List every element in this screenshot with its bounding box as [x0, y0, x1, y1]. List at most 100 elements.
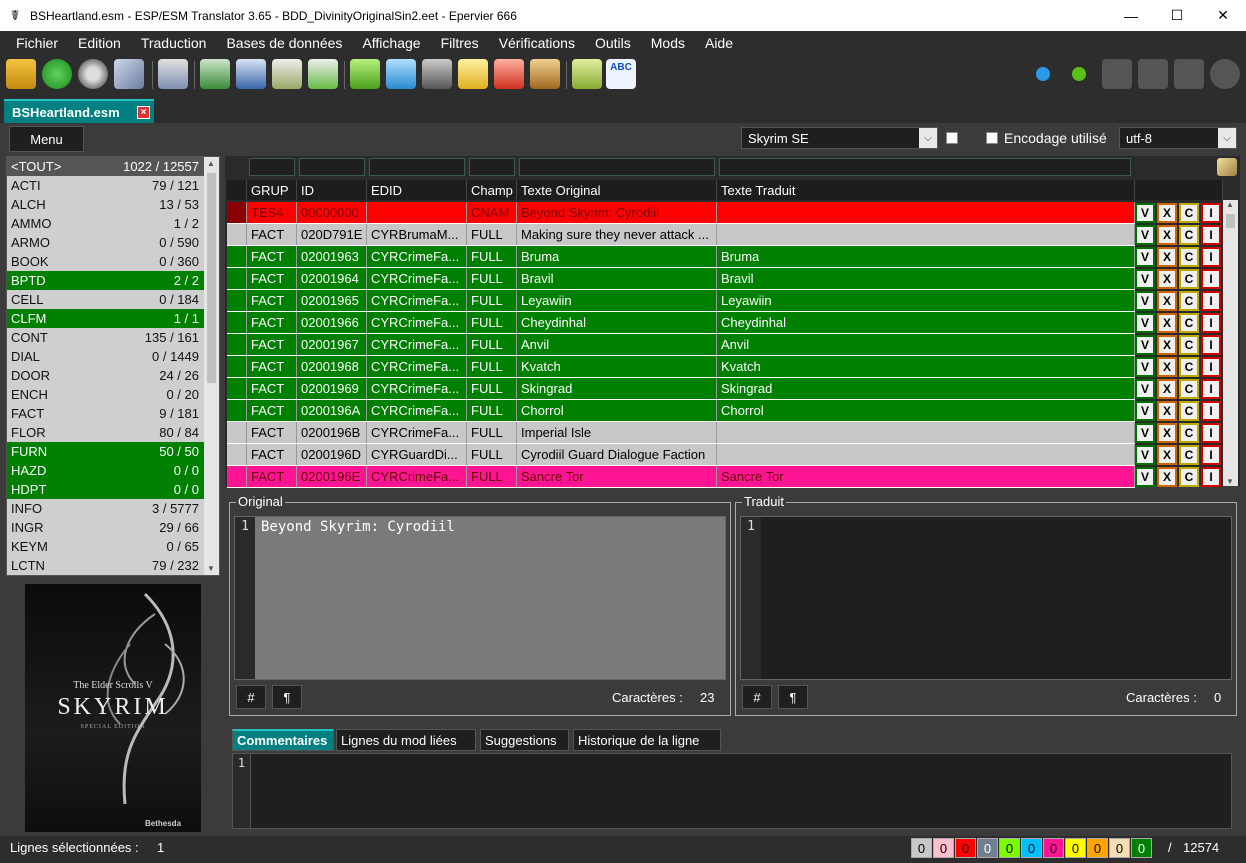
copy-button[interactable]: C [1179, 247, 1199, 267]
menu-button[interactable]: Menu [9, 126, 84, 152]
copy-button[interactable]: C [1179, 269, 1199, 289]
db-blue-icon[interactable] [386, 59, 416, 89]
compare-icon[interactable] [1102, 59, 1132, 89]
validate-button[interactable]: V [1135, 247, 1155, 267]
header-id[interactable]: ID [297, 180, 367, 200]
menu-edition[interactable]: Edition [68, 35, 131, 51]
filter-grup-input[interactable] [249, 158, 295, 176]
reject-button[interactable]: X [1157, 445, 1177, 465]
reject-button[interactable]: X [1157, 379, 1177, 399]
menu-verifications[interactable]: Vérifications [489, 35, 585, 51]
list-item[interactable]: HDPT 0 / 0 [7, 480, 205, 499]
list-item[interactable]: KEYM 0 / 65 [7, 537, 205, 556]
copy-button[interactable]: C [1179, 467, 1199, 487]
ignore-button[interactable]: I [1201, 313, 1221, 333]
gear-icon[interactable] [78, 59, 108, 89]
play-icon[interactable] [1210, 59, 1240, 89]
ignore-button[interactable]: I [1201, 423, 1221, 443]
header-edid[interactable]: EDID [367, 180, 467, 200]
list-item[interactable]: ENCH 0 / 20 [7, 385, 205, 404]
ignore-button[interactable]: I [1201, 445, 1221, 465]
ignore-button[interactable]: I [1201, 379, 1221, 399]
list-item[interactable]: ACTI 79 / 121 [7, 176, 205, 195]
comment-editor[interactable]: 1 [232, 753, 1232, 829]
menu-bases-de-donnees[interactable]: Bases de données [216, 35, 352, 51]
validate-button[interactable]: V [1135, 357, 1155, 377]
filter-translated-input[interactable] [719, 158, 1131, 176]
db-brown-icon[interactable] [530, 59, 560, 89]
maximize-button[interactable]: ☐ [1154, 0, 1200, 31]
menu-mods[interactable]: Mods [641, 35, 695, 51]
table-row[interactable]: FACT 02001967 CYRCrimeFa... FULL Anvil Anvil [227, 334, 1135, 356]
copy-button[interactable]: C [1179, 291, 1199, 311]
menu-aide[interactable]: Aide [695, 35, 743, 51]
ignore-button[interactable]: I [1201, 401, 1221, 421]
table-row[interactable]: FACT 02001963 CYRCrimeFa... FULL Bruma Bruma [227, 246, 1135, 268]
original-editor[interactable]: 1 Beyond Skyrim: Cyrodiil [234, 516, 726, 680]
reject-button[interactable]: X [1157, 247, 1177, 267]
ignore-button[interactable]: I [1201, 225, 1221, 245]
list-item[interactable]: <TOUT> 1022 / 12557 [7, 157, 205, 176]
header-texte-traduit[interactable]: Texte Traduit [717, 180, 1135, 200]
reject-button[interactable]: X [1157, 291, 1177, 311]
list-item[interactable]: CONT 135 / 161 [7, 328, 205, 347]
translated-editor[interactable]: 1 [740, 516, 1232, 680]
filter-champ-input[interactable] [469, 158, 515, 176]
status-counter[interactable]: 0 [933, 838, 954, 858]
validate-button[interactable]: V [1135, 335, 1155, 355]
validate-button[interactable]: V [1135, 467, 1155, 487]
validate-button[interactable]: V [1135, 401, 1155, 421]
reject-button[interactable]: X [1157, 335, 1177, 355]
status-counter[interactable]: 0 [1131, 838, 1152, 858]
list-scrollbar[interactable]: ▲ ▼ [204, 157, 219, 575]
reject-button[interactable]: X [1157, 423, 1177, 443]
database-up-icon[interactable] [272, 59, 302, 89]
copy-button[interactable]: C [1179, 445, 1199, 465]
list-item[interactable]: ALCH 13 / 53 [7, 195, 205, 214]
list-item[interactable]: LCTN 79 / 232 [7, 556, 205, 575]
validate-button[interactable]: V [1135, 291, 1155, 311]
list-item[interactable]: FACT 9 / 181 [7, 404, 205, 423]
list-item[interactable]: DIAL 0 / 1449 [7, 347, 205, 366]
book-icon[interactable] [1138, 59, 1168, 89]
status-counter[interactable]: 0 [977, 838, 998, 858]
list-item[interactable]: ARMO 0 / 590 [7, 233, 205, 252]
copy-button[interactable]: C [1179, 423, 1199, 443]
status-counter[interactable]: 0 [1043, 838, 1064, 858]
table-row[interactable]: TES4 00000000 CNAM Beyond Skyrim: Cyrodiil [227, 202, 1135, 224]
hash-button[interactable]: # [236, 685, 266, 709]
table-row[interactable]: FACT 0200196A CYRCrimeFa... FULL Chorrol Chor… [227, 400, 1135, 422]
open-folder-icon[interactable] [6, 59, 36, 89]
list-item[interactable]: INGR 29 / 66 [7, 518, 205, 537]
status-counter[interactable]: 0 [955, 838, 976, 858]
status-counter[interactable]: 0 [911, 838, 932, 858]
status-counter[interactable]: 0 [999, 838, 1020, 858]
validate-button[interactable]: V [1135, 379, 1155, 399]
tab-lignes-liees[interactable]: Lignes du mod liées [336, 729, 476, 751]
table-row[interactable]: FACT 02001969 CYRCrimeFa... FULL Skingrad Ski… [227, 378, 1135, 400]
grid-scrollbar[interactable]: ▲ ▼ [1223, 200, 1238, 486]
ignore-button[interactable]: I [1201, 467, 1221, 487]
reject-button[interactable]: X [1157, 203, 1177, 223]
ignore-button[interactable]: I [1201, 335, 1221, 355]
validate-button[interactable]: V [1135, 203, 1155, 223]
table-row[interactable]: FACT 02001964 CYRCrimeFa... FULL Bravil Bravi… [227, 268, 1135, 290]
reject-button[interactable]: X [1157, 269, 1177, 289]
copy-button[interactable]: C [1179, 203, 1199, 223]
menu-affichage[interactable]: Affichage [352, 35, 430, 51]
validate-button[interactable]: V [1135, 423, 1155, 443]
table-row[interactable]: FACT 02001966 CYRCrimeFa... FULL Cheydinhal C… [227, 312, 1135, 334]
pilcrow-button[interactable]: ¶ [778, 685, 808, 709]
pilcrow-button[interactable]: ¶ [272, 685, 302, 709]
tab-bsheartland[interactable]: BSHeartland.esm × [4, 99, 154, 123]
close-tab-icon[interactable]: × [137, 106, 150, 119]
menu-filtres[interactable]: Filtres [431, 35, 489, 51]
list-item[interactable]: BOOK 0 / 360 [7, 252, 205, 271]
ignore-button[interactable]: I [1201, 247, 1221, 267]
hash-button[interactable]: # [742, 685, 772, 709]
validate-button[interactable]: V [1135, 313, 1155, 333]
tab-suggestions[interactable]: Suggestions [480, 729, 569, 751]
header-grup[interactable]: GRUP [247, 180, 297, 200]
list-item[interactable]: HAZD 0 / 0 [7, 461, 205, 480]
ignore-button[interactable]: I [1201, 357, 1221, 377]
